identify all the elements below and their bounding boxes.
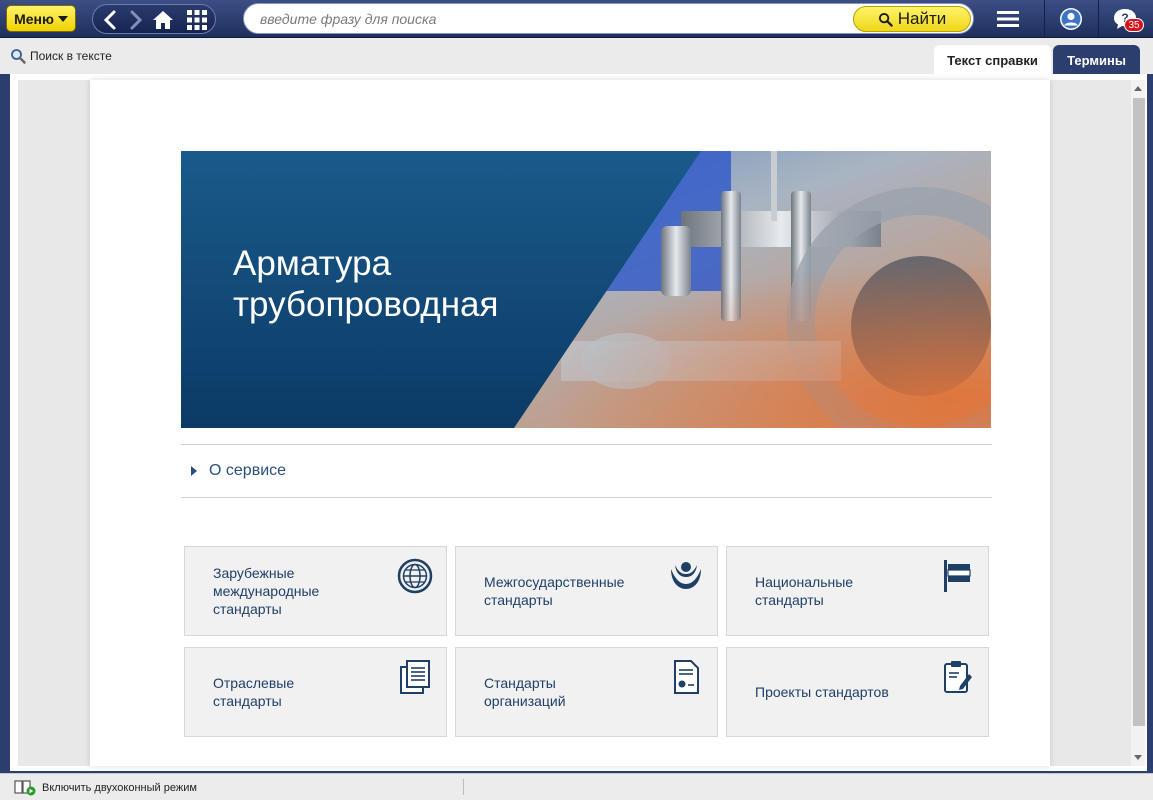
scroll-up-arrow-icon[interactable]: [1134, 86, 1142, 91]
clipboard-edit-icon: [944, 661, 972, 693]
back-arrow-icon[interactable]: [99, 8, 123, 32]
document-frame: Арматура трубопроводная О сервисе Зарубе…: [10, 74, 1147, 771]
card-label: Стандарты организаций: [484, 675, 566, 709]
card-label: Отраслевые стандарты: [213, 675, 295, 709]
hamburger-icon: [997, 11, 1019, 27]
card-interstate-standards[interactable]: Межгосударственные стандарты: [455, 546, 718, 636]
about-service-label: О сервисе: [209, 462, 287, 479]
banner-title-line2: трубопроводная: [233, 285, 499, 324]
banner-title: Арматура трубопроводная: [233, 243, 553, 325]
search-bar: Найти: [243, 3, 974, 34]
card-industry-standards[interactable]: Отраслевые стандарты: [184, 647, 447, 737]
tab-terms[interactable]: Термины: [1053, 45, 1140, 75]
card-organization-standards[interactable]: Стандарты организаций: [455, 647, 718, 737]
vertical-scrollbar[interactable]: [1131, 80, 1145, 766]
document-toolbar: Поиск в тексте Текст справки Термины: [0, 38, 1153, 75]
expand-triangle-icon: [191, 466, 197, 476]
find-button-label: Найти: [897, 9, 947, 28]
two-window-mode-button[interactable]: Включить двухоконный режим: [14, 780, 197, 796]
about-service-toggle[interactable]: О сервисе: [181, 444, 992, 498]
tab-help-text-label: Текст справки: [947, 52, 1038, 68]
card-label: Зарубежные международные стандарты: [213, 565, 320, 617]
status-bar: Включить двухоконный режим: [0, 773, 1153, 800]
find-in-text-button[interactable]: Поиск в тексте: [10, 48, 112, 64]
forward-arrow-icon[interactable]: [123, 8, 147, 32]
menu-button-label: Меню: [14, 10, 54, 27]
flag-icon: [944, 560, 971, 592]
two-window-icon: [14, 780, 36, 796]
hero-banner: Арматура трубопроводная: [181, 151, 991, 428]
certificate-icon: [674, 660, 699, 694]
status-divider: [463, 779, 464, 795]
tab-help-text[interactable]: Текст справки: [934, 45, 1051, 75]
caret-down-icon: [57, 15, 68, 22]
user-icon: [1059, 8, 1082, 30]
search-input[interactable]: [260, 9, 840, 29]
search-icon: [878, 12, 893, 27]
card-label: Проекты стандартов: [755, 684, 889, 700]
card-label: Национальные стандарты: [755, 574, 854, 608]
card-national-standards[interactable]: Национальные стандарты: [726, 546, 989, 636]
card-draft-standards[interactable]: Проекты стандартов: [726, 647, 989, 737]
grid-icon[interactable]: [185, 8, 209, 32]
user-profile-button[interactable]: [1044, 0, 1096, 38]
hamburger-menu-button[interactable]: [982, 0, 1034, 38]
menu-button[interactable]: Меню: [6, 5, 76, 32]
help-button[interactable]: ? 35: [1098, 0, 1150, 38]
tab-terms-label: Термины: [1067, 52, 1126, 68]
navigation-group: [92, 4, 216, 34]
document-page: Арматура трубопроводная О сервисе Зарубе…: [90, 80, 1050, 766]
card-foreign-international-standards[interactable]: Зарубежные международные стандарты: [184, 546, 447, 636]
banner-title-line1: Арматура: [233, 244, 392, 283]
scroll-down-arrow-icon[interactable]: [1134, 755, 1142, 760]
two-window-mode-label: Включить двухоконный режим: [42, 782, 197, 794]
find-in-text-label: Поиск в тексте: [30, 49, 112, 63]
globe-icon: [397, 558, 433, 594]
documents-icon: [400, 660, 430, 694]
home-icon[interactable]: [151, 8, 175, 32]
find-button[interactable]: Найти: [853, 6, 971, 32]
scrollbar-thumb[interactable]: [1133, 98, 1145, 726]
top-toolbar: Меню Найти: [0, 0, 1153, 38]
card-label: Межгосударственные стандарты: [484, 574, 625, 608]
cis-emblem-icon: [671, 562, 701, 589]
notification-badge: 35: [1124, 18, 1144, 32]
magnifier-icon: [11, 49, 26, 64]
